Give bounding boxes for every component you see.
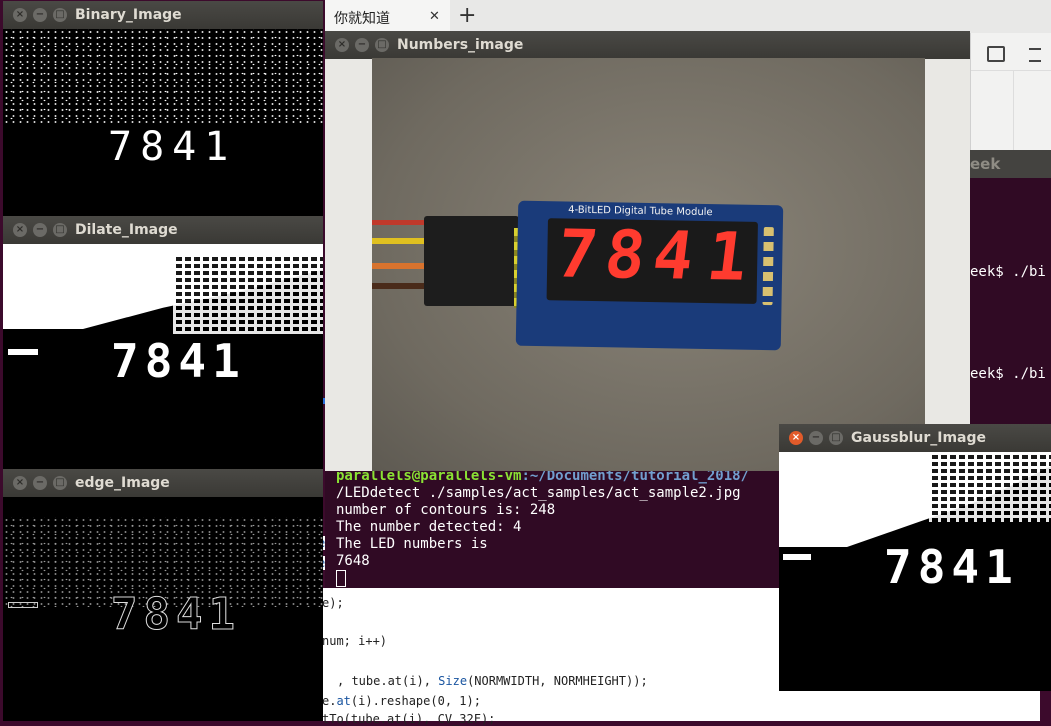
terminal-prompt-line: parallels@parallels-vm:~/Documents/tutor… [336,470,750,484]
minimize-icon[interactable]: − [33,8,47,22]
minimize-icon[interactable]: − [33,223,47,237]
window-title: Dilate_Image [75,222,178,238]
gauss-digits: 7841 [884,540,1019,594]
window-titlebar[interactable]: × − □ Dilate_Image [3,216,323,244]
binary-image-window[interactable]: × − □ Binary_Image 7841 [3,1,323,219]
window-title: edge_Image [75,475,170,491]
side-terminal-titlebar: eek [970,150,1051,178]
code-line: num; i++) [322,634,388,648]
numbers-image-window[interactable]: × − □ Numbers_image 4-BitLED Digital Tub… [325,31,970,471]
pcb-board: 4-BitLED Digital Tube Module 7 8 4 1 [515,200,784,351]
window-title: Gaussblur_Image [851,430,987,446]
side-terminal-title: eek [970,155,1001,173]
minimize-icon[interactable]: − [809,431,823,445]
window-titlebar[interactable]: × − □ Gaussblur_Image [779,424,1051,452]
gauss-bar [783,554,811,560]
maximize-icon[interactable]: □ [53,476,67,490]
browser-toolbar-area [970,33,1051,150]
terminal-cursor [336,570,785,588]
terminal-line: number of contours is: 248 [336,502,556,518]
gaussblur-image-canvas: 7841 [779,452,1051,691]
minimize-icon[interactable]: − [33,476,47,490]
sidebar-toggle-icon[interactable] [987,46,1005,62]
wire-brown [372,283,427,289]
connector [424,216,519,306]
binary-image-canvas: 7841 [3,29,323,219]
browser-tab-title: 你就知道 [334,11,390,27]
minimize-icon[interactable]: − [355,38,369,52]
close-icon[interactable]: × [13,8,27,22]
window-titlebar[interactable]: × − □ Binary_Image [3,1,323,29]
code-line: , tube.at(i), Size(NORMWIDTH, NORMHEIGHT… [337,674,648,688]
edge-image-window[interactable]: × − □ edge_Image 7841 [3,469,323,721]
wire-yellow [372,238,427,244]
dilate-bar [8,349,38,355]
terminal-line: The number detected: 4 [336,519,522,535]
maximize-icon[interactable]: □ [375,38,389,52]
gaussblur-image-window[interactable]: × − □ Gaussblur_Image 7841 [779,424,1051,691]
code-line: tTo(tube.at(i), CV_32F); [322,712,496,726]
maximize-icon[interactable]: □ [53,223,67,237]
tab-close-icon[interactable]: ✕ [429,9,440,24]
terminal-line: The LED numbers is [336,536,488,552]
close-icon[interactable]: × [13,476,27,490]
side-terminal-line: eek$ ./bi [970,366,1046,382]
edge-image-canvas: 7841 [3,497,323,721]
header-pins [762,226,774,306]
gauss-noise [929,452,1051,522]
maximize-icon[interactable]: □ [829,431,843,445]
code-line: e); [322,596,344,610]
terminal-line: 7648 [336,553,370,569]
divider [971,70,1051,71]
browser-tab[interactable]: 你就知道 ✕ [325,0,450,33]
dilate-noise [173,254,323,334]
photo-canvas: 4-BitLED Digital Tube Module 7 8 4 1 [372,58,925,471]
wire-orange [372,263,427,269]
terminal-window[interactable]: parallels@parallels-vm:~/Documents/tutor… [325,470,785,588]
code-line: e.at(i).reshape(0, 1); [322,694,481,708]
window-title: Binary_Image [75,7,182,23]
dilate-image-window[interactable]: × − □ Dilate_Image 7841 [3,216,323,472]
divider [1013,71,1014,150]
window-titlebar[interactable]: × − □ Numbers_image [325,31,970,59]
window-title: Numbers_image [397,37,524,53]
close-icon[interactable]: × [13,223,27,237]
binary-noise [3,29,323,124]
menu-icon[interactable] [1029,48,1041,62]
dilate-digits: 7841 [111,334,246,388]
new-tab-icon[interactable]: + [458,3,476,28]
side-terminal-line: eek$ ./bi [970,264,1046,280]
window-titlebar[interactable]: × − □ edge_Image [3,469,323,497]
browser-tab-strip: 你就知道 ✕ + [325,0,1051,34]
terminal-line: /LEDdetect ./samples/act_samples/act_sam… [336,485,741,501]
binary-digits: 7841 [108,124,237,170]
close-icon[interactable]: × [335,38,349,52]
maximize-icon[interactable]: □ [53,8,67,22]
wire-red [372,220,427,225]
edge-digits: 7841 [111,589,241,641]
close-icon[interactable]: × [789,431,803,445]
dilate-image-canvas: 7841 [3,244,323,472]
edge-bar [8,602,38,608]
